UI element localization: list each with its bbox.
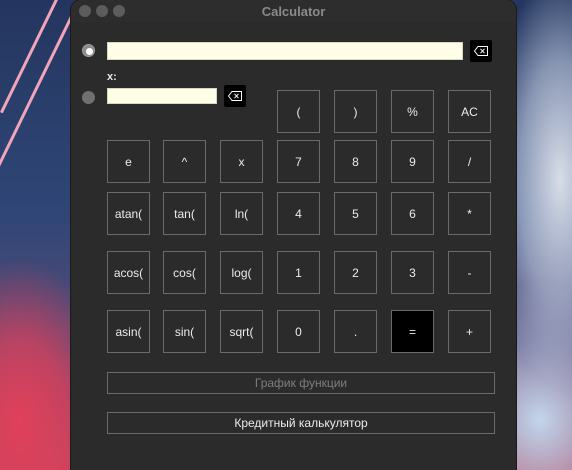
backspace-icon: [474, 46, 488, 56]
key-7[interactable]: 7: [277, 140, 320, 183]
key-6[interactable]: 6: [391, 192, 434, 235]
key-sqrt[interactable]: sqrt(: [220, 310, 263, 353]
key-power[interactable]: ^: [163, 140, 206, 183]
key-equals[interactable]: =: [391, 310, 434, 353]
key-cos[interactable]: cos(: [163, 251, 206, 294]
backspace-icon: [228, 91, 242, 101]
x-value-input[interactable]: [107, 88, 217, 104]
key-asin[interactable]: asin(: [107, 310, 150, 353]
key-close-paren[interactable]: ): [334, 90, 377, 133]
window-title: Calculator: [261, 4, 326, 19]
key-plus[interactable]: +: [448, 310, 491, 353]
key-5[interactable]: 5: [334, 192, 377, 235]
key-sin[interactable]: sin(: [163, 310, 206, 353]
key-decimal[interactable]: .: [334, 310, 377, 353]
key-minus[interactable]: -: [448, 251, 491, 294]
graph-button[interactable]: График функции: [107, 372, 495, 394]
key-divide[interactable]: /: [448, 140, 491, 183]
key-9[interactable]: 9: [391, 140, 434, 183]
calculator-window: Calculator x: ( ) % AC e ^ x 7 8 9 / ata…: [71, 0, 516, 470]
key-ln[interactable]: ln(: [220, 192, 263, 235]
key-acos[interactable]: acos(: [107, 251, 150, 294]
title-bar: Calculator: [71, 0, 516, 22]
x-label: x:: [107, 71, 117, 83]
key-4[interactable]: 4: [277, 192, 320, 235]
key-2[interactable]: 2: [334, 251, 377, 294]
key-atan[interactable]: atan(: [107, 192, 150, 235]
x-backspace-button[interactable]: [224, 85, 246, 107]
key-1[interactable]: 1: [277, 251, 320, 294]
key-open-paren[interactable]: (: [277, 90, 320, 133]
key-0[interactable]: 0: [277, 310, 320, 353]
key-percent[interactable]: %: [391, 90, 434, 133]
key-clear[interactable]: AC: [448, 90, 491, 133]
expression-input[interactable]: [107, 42, 463, 60]
key-3[interactable]: 3: [391, 251, 434, 294]
key-multiply[interactable]: *: [448, 192, 491, 235]
key-e[interactable]: e: [107, 140, 150, 183]
key-x[interactable]: x: [220, 140, 263, 183]
key-log[interactable]: log(: [220, 251, 263, 294]
x-radio[interactable]: [82, 91, 95, 104]
credit-calculator-button[interactable]: Кредитный калькулятор: [107, 412, 495, 434]
expression-backspace-button[interactable]: [470, 40, 492, 62]
expression-radio[interactable]: [82, 44, 95, 57]
key-tan[interactable]: tan(: [163, 192, 206, 235]
key-8[interactable]: 8: [334, 140, 377, 183]
